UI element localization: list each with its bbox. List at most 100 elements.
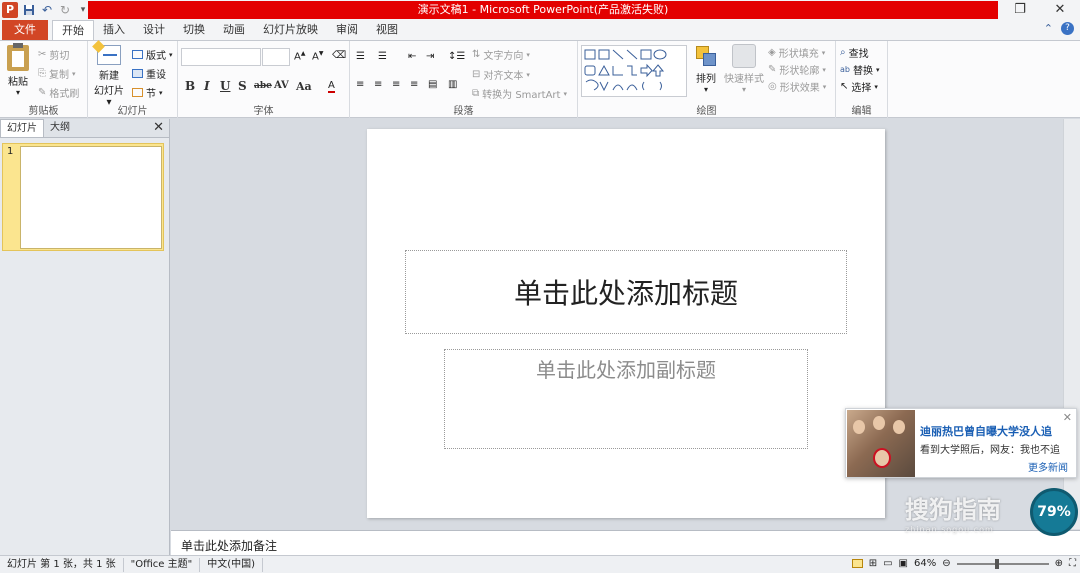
zoom-in-icon[interactable]: ⊕ — [1055, 558, 1063, 569]
group-label-font: 字体 — [253, 106, 274, 117]
tab-slideshow[interactable]: 幻灯片放映 — [254, 20, 327, 40]
fit-to-window-icon[interactable]: ⛶ — [1069, 558, 1076, 569]
layout-icon — [132, 50, 143, 59]
zoom-slider-knob[interactable] — [994, 558, 999, 569]
slide-canvas[interactable]: 单击此处添加标题 单击此处添加副标题 — [367, 129, 885, 518]
group-clipboard: 粘贴 ▾ ✂ 剪切 ⎘ 复制 ▾ ✎ 格式刷 剪贴板 — [0, 41, 88, 118]
reset-button[interactable]: 重设 — [132, 66, 166, 81]
shapes-gallery[interactable] — [581, 45, 687, 97]
font-size-combo[interactable] — [262, 48, 290, 66]
justify-button[interactable]: ≡ — [410, 79, 418, 90]
decrease-indent-button[interactable]: ⇤ — [408, 51, 416, 62]
shape-fill-button[interactable]: ◈ 形状填充 ▾ — [768, 45, 825, 60]
bold-button[interactable]: B — [185, 79, 195, 93]
columns-icon: ▥ — [448, 79, 458, 90]
increase-indent-button[interactable]: ⇥ — [426, 51, 434, 62]
zoom-slider[interactable] — [956, 558, 1049, 569]
new-slide-button[interactable]: 新建 幻灯片 ▾ — [90, 40, 128, 108]
ribbon-tabs: 文件 开始 插入 设计 切换 动画 幻灯片放映 审阅 视图 ⌃ ? — [0, 20, 1080, 40]
columns-button[interactable]: ▥ — [448, 79, 457, 90]
subtitle-placeholder[interactable]: 单击此处添加副标题 — [444, 349, 808, 449]
convert-smartart-button[interactable]: ⧉ 转换为 SmartArt ▾ — [472, 86, 567, 101]
shape-outline-button[interactable]: ✎ 形状轮廓 ▾ — [768, 62, 826, 77]
title-placeholder[interactable]: 单击此处添加标题 — [405, 250, 847, 334]
grow-font-button[interactable]: A▲ — [294, 50, 305, 62]
restore-button[interactable]: ❐ — [1000, 0, 1040, 20]
cut-button[interactable]: ✂ 剪切 — [38, 47, 69, 62]
align-center-button[interactable]: ≡ — [374, 79, 382, 90]
news-headline[interactable]: 迪丽热巴曾自曝大学没人追 — [920, 423, 1052, 439]
grow-font-icon: A▲ — [294, 50, 306, 63]
binoculars-icon: ⌕ — [840, 47, 846, 58]
arrange-button[interactable]: 排列 ▾ — [690, 44, 722, 94]
align-right-button[interactable]: ≡ — [392, 79, 400, 90]
italic-button[interactable]: I — [204, 79, 210, 93]
tab-animations[interactable]: 动画 — [214, 20, 254, 40]
zoom-out-icon[interactable]: ⊖ — [942, 558, 950, 569]
underline-button[interactable]: U — [220, 79, 230, 93]
find-button[interactable]: ⌕ 查找 — [840, 45, 869, 60]
slide-sorter-icon[interactable]: ⊞ — [869, 558, 877, 569]
select-button[interactable]: ↖ 选择 ▾ — [840, 79, 878, 94]
tab-design[interactable]: 设计 — [134, 20, 174, 40]
quick-styles-button[interactable]: 快速样式 ▾ — [722, 44, 766, 94]
line-spacing-button[interactable]: ↕☰ — [448, 51, 465, 62]
tab-home[interactable]: 开始 — [52, 20, 94, 40]
distribute-button[interactable]: ▤ — [428, 79, 437, 90]
strikethrough-button[interactable]: abe — [254, 81, 272, 91]
slide-thumbnail-item[interactable]: 1 — [2, 143, 164, 251]
font-color-button[interactable]: A — [328, 80, 335, 93]
powerpoint-logo-icon[interactable]: P — [2, 2, 18, 18]
tab-slides-panel[interactable]: 幻灯片 — [0, 119, 44, 137]
help-icon[interactable]: ? — [1061, 22, 1074, 35]
shadow-button[interactable]: S — [238, 79, 247, 93]
scissors-icon: ✂ — [38, 49, 47, 60]
tab-transitions[interactable]: 切换 — [174, 20, 214, 40]
tab-view[interactable]: 视图 — [367, 20, 407, 40]
news-thumbnail[interactable] — [847, 410, 915, 477]
save-icon[interactable] — [22, 3, 36, 17]
clear-format-button[interactable]: ⌫ — [332, 50, 346, 61]
change-case-button[interactable]: Aa — [296, 80, 312, 93]
slide-number: 1 — [7, 146, 14, 157]
close-button[interactable]: ✕ — [1040, 0, 1080, 20]
align-text-button[interactable]: ⊟ 对齐文本 ▾ — [472, 67, 530, 82]
tab-insert[interactable]: 插入 — [94, 20, 134, 40]
tab-review[interactable]: 审阅 — [327, 20, 367, 40]
undo-icon[interactable]: ↶ — [40, 3, 54, 17]
minimize-ribbon-icon[interactable]: ⌃ — [1044, 22, 1053, 35]
zoom-level[interactable]: 64% — [914, 558, 936, 569]
close-panel-icon[interactable]: ✕ — [153, 120, 164, 135]
char-spacing-button[interactable]: AV — [274, 80, 289, 91]
reading-view-icon[interactable]: ▭ — [883, 558, 892, 569]
arrange-icon — [694, 44, 718, 68]
align-left-button[interactable]: ≡ — [356, 79, 364, 90]
shrink-font-button[interactable]: A▼ — [312, 50, 323, 62]
replace-button[interactable]: ab 替换 ▾ — [840, 62, 880, 77]
decrease-indent-icon: ⇤ — [408, 51, 417, 62]
slideshow-view-icon[interactable]: ▣ — [899, 558, 908, 569]
numbering-button[interactable]: ☰ — [378, 51, 387, 62]
slide-thumbnail[interactable] — [20, 146, 162, 249]
layout-button[interactable]: 版式 ▾ — [132, 47, 173, 62]
status-bar: 幻灯片 第 1 张，共 1 张 "Office 主题" 中文(中国) ⊞ ▭ ▣… — [0, 555, 1080, 573]
section-button[interactable]: 节 ▾ — [132, 85, 163, 100]
bullets-button[interactable]: ☰ — [356, 51, 365, 62]
more-news-link[interactable]: 更多新闻 — [1028, 459, 1068, 474]
text-direction-icon: ⇅ — [472, 49, 481, 60]
language-status[interactable]: 中文(中国) — [200, 557, 264, 572]
numbering-icon: ☰ — [378, 51, 387, 62]
text-direction-button[interactable]: ⇅ 文字方向 ▾ — [472, 47, 530, 62]
redo-icon[interactable]: ↻ — [58, 3, 72, 17]
font-name-combo[interactable] — [181, 48, 261, 66]
performance-badge[interactable]: 79% — [1030, 488, 1078, 536]
shape-effects-button[interactable]: ◎ 形状效果 ▾ — [768, 79, 826, 94]
normal-view-icon[interactable] — [851, 559, 863, 568]
format-painter-button[interactable]: ✎ 格式刷 — [38, 85, 79, 100]
tab-file[interactable]: 文件 — [2, 20, 48, 40]
paste-button[interactable]: 粘贴 ▾ — [4, 43, 32, 97]
news-popup[interactable]: 迪丽热巴曾自曝大学没人追 看到大学照后，网友：我也不追 更多新闻 ✕ — [845, 408, 1077, 478]
popup-close-icon[interactable]: ✕ — [1063, 411, 1072, 424]
tab-outline-panel[interactable]: 大纲 — [44, 119, 76, 137]
copy-button[interactable]: ⎘ 复制 ▾ — [38, 66, 76, 81]
